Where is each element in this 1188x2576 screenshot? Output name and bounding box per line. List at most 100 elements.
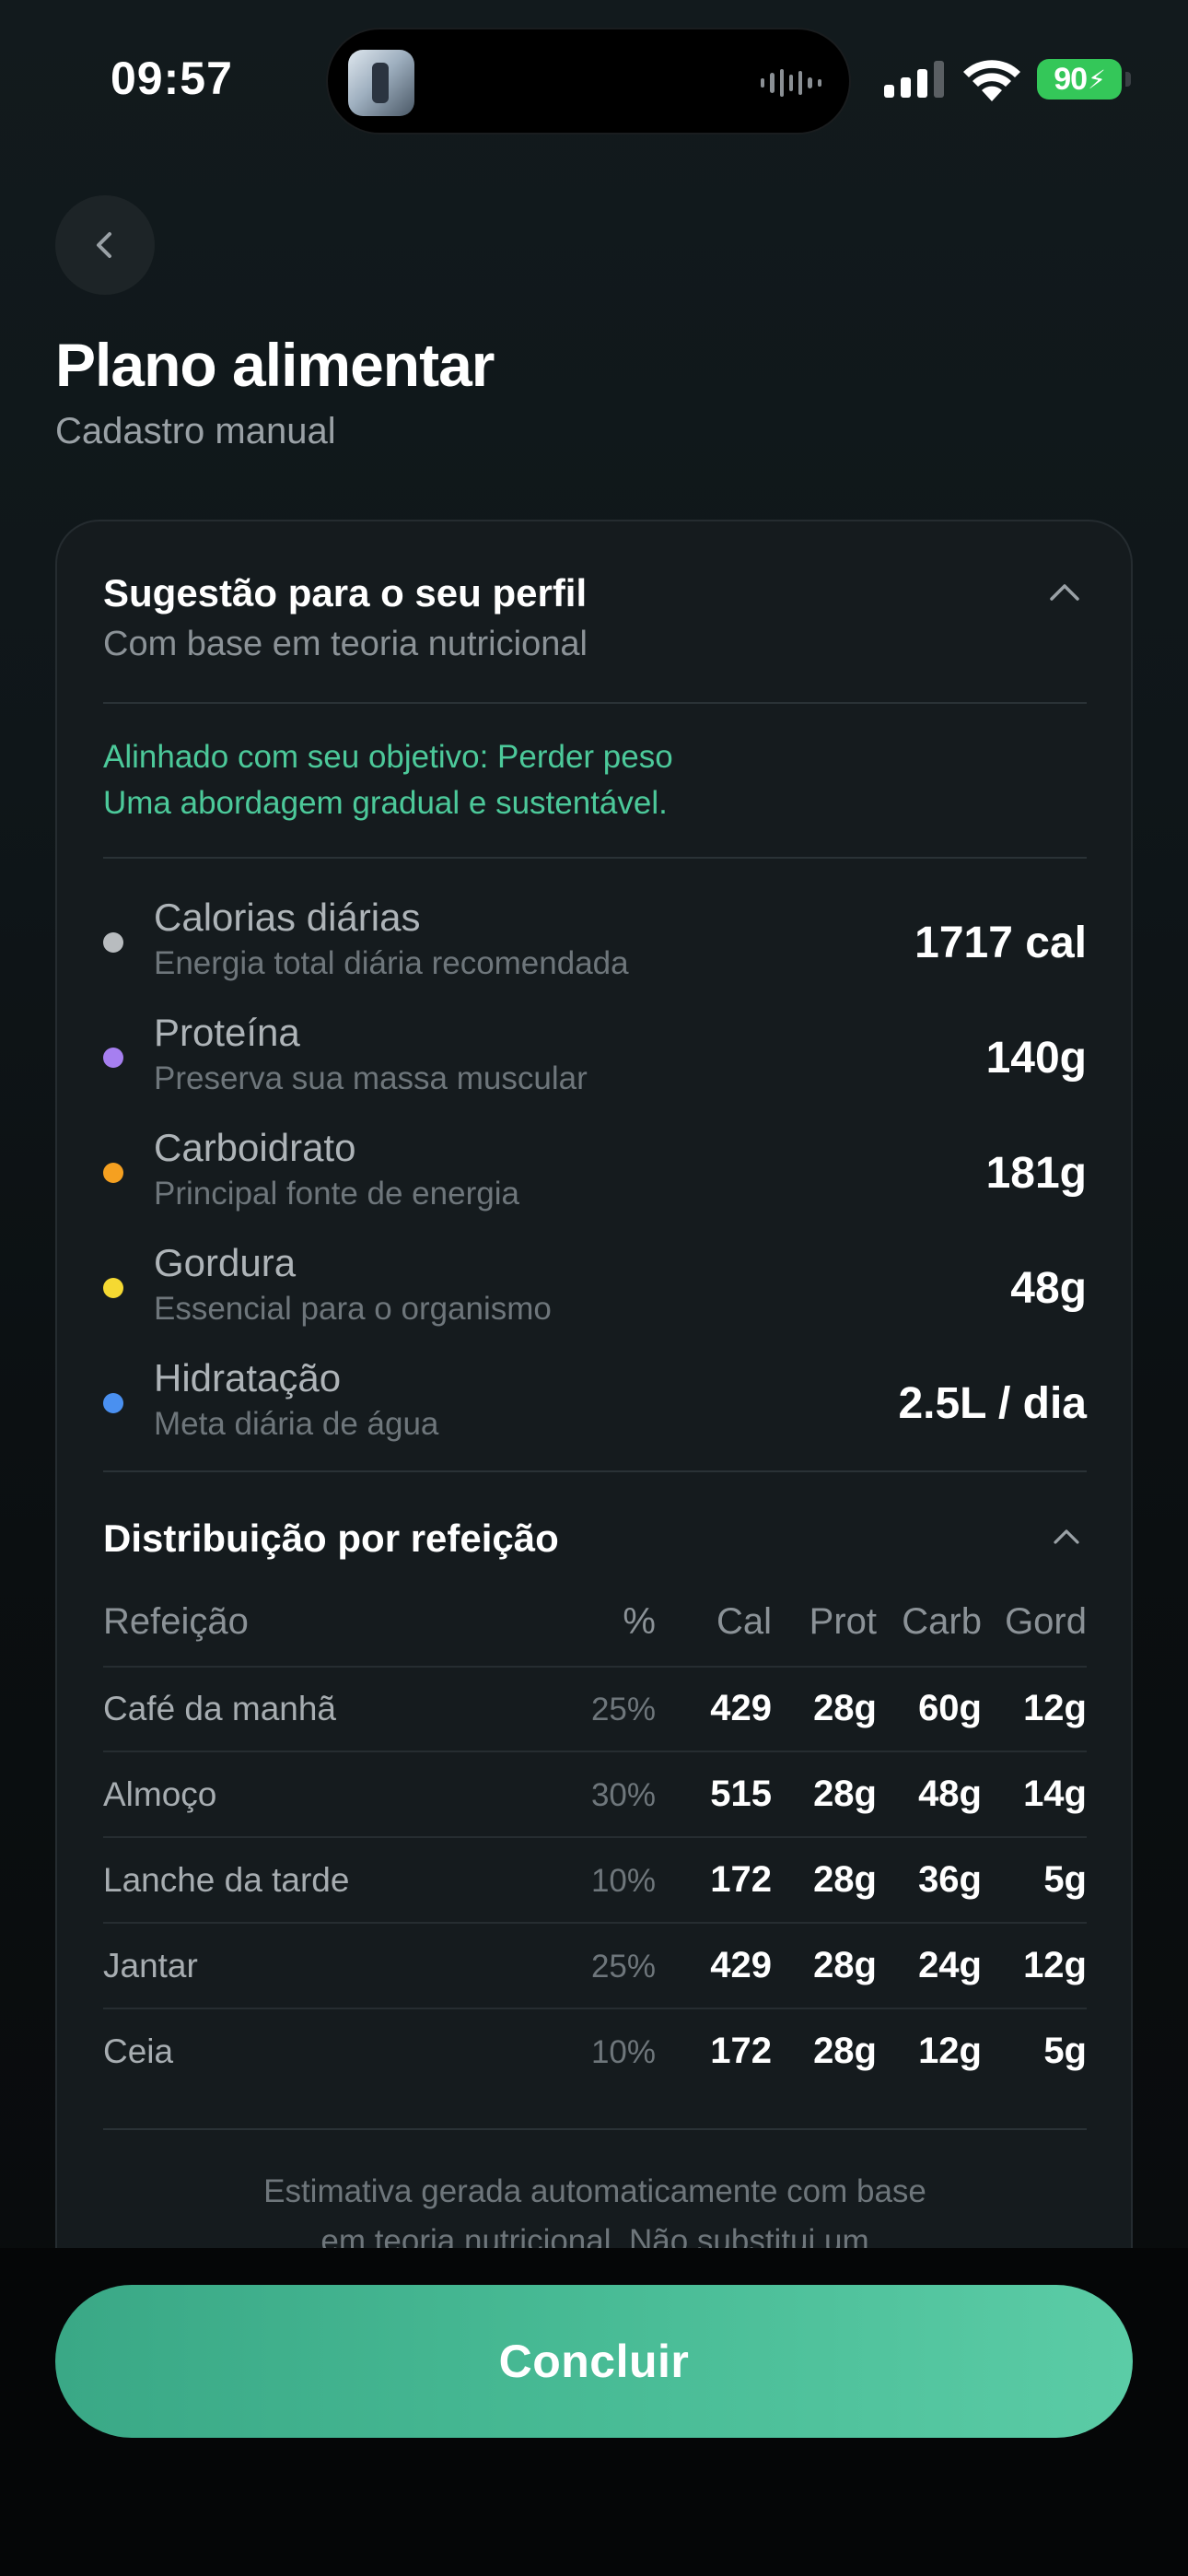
meal-carb: 24g [918, 1945, 982, 1985]
footnote-line: Estimativa gerada automaticamente com ba… [263, 2173, 926, 2209]
battery-level: 90 [1054, 61, 1088, 97]
nutrient-value: 181g [985, 1149, 1087, 1198]
meal-name: Lanche da tarde [103, 1861, 350, 1899]
table-row: Lanche da tarde 10% 172 28g 36g 5g [103, 1839, 1087, 1924]
protein-dot [103, 1048, 123, 1068]
nutrient-label: Proteína [154, 1011, 300, 1054]
meal-gord: 12g [1023, 1945, 1087, 1985]
collapse-distribution-chevron-up-icon[interactable] [1050, 1520, 1083, 1553]
chevron-left-icon [97, 232, 111, 258]
meal-cal: 515 [710, 1774, 772, 1814]
nutrient-label: Gordura [154, 1241, 297, 1284]
row-divider [103, 1836, 1087, 1838]
meal-prot: 28g [813, 2031, 877, 2071]
column-carb: Carb [902, 1601, 982, 1642]
nutrient-value: 140g [985, 1034, 1087, 1083]
meal-gord: 12g [1023, 1688, 1087, 1728]
nutrient-label: Hidratação [154, 1356, 342, 1399]
divider [103, 857, 1087, 859]
nutrient-value: 2.5L / dia [898, 1379, 1087, 1428]
table-row: Café da manhã 25% 429 28g 60g 12g [103, 1668, 1087, 1752]
suggestion-title: Sugestão para o seu perfil [103, 571, 588, 615]
suggestion-card: Sugestão para o seu perfil Com base em t… [55, 520, 1133, 2399]
meal-cal: 172 [710, 2031, 772, 2071]
carbs-dot [103, 1163, 123, 1183]
back-button[interactable] [55, 195, 155, 295]
hydration-dot [103, 1393, 123, 1413]
meal-carb: 12g [918, 2031, 982, 2071]
meal-table-header: Refeição % Cal Prot Carb Gord [103, 1601, 1087, 1657]
calories-dot [103, 932, 123, 953]
row-divider [103, 2008, 1087, 2009]
column-gord: Gord [1005, 1601, 1087, 1642]
meal-carb: 60g [918, 1688, 982, 1728]
nutrient-description: Meta diária de água [154, 1406, 439, 1442]
meal-prot: 28g [813, 1688, 877, 1728]
row-divider [103, 1751, 1087, 1752]
meal-percent: 10% [590, 2034, 656, 2070]
dynamic-island[interactable] [326, 28, 851, 135]
distribution-title: Distribuição por refeição [103, 1516, 559, 1560]
meal-prot: 28g [813, 1774, 877, 1814]
meal-gord: 5g [1043, 1859, 1087, 1900]
nutrient-value: 48g [1010, 1264, 1087, 1313]
meal-gord: 14g [1023, 1774, 1087, 1814]
page-title: Plano alimentar [55, 331, 495, 399]
nutrient-label: Carboidrato [154, 1126, 356, 1169]
meal-cal: 429 [710, 1945, 772, 1985]
column-prot: Prot [809, 1601, 877, 1642]
meal-carb: 36g [918, 1859, 982, 1900]
meal-name: Almoço [103, 1775, 217, 1813]
status-bar: 09:57 90 ⚡ [0, 0, 1188, 157]
meal-name: Jantar [103, 1947, 198, 1985]
meal-percent: 25% [590, 1949, 656, 1985]
conclude-button[interactable]: Concluir [55, 2285, 1133, 2438]
page-subtitle: Cadastro manual [55, 411, 336, 451]
meal-prot: 28g [813, 1859, 877, 1900]
nutrient-protein: Proteína Preserva sua massa muscular 140… [103, 1009, 1087, 1110]
nutrient-label: Calorias diárias [154, 896, 421, 939]
status-time: 09:57 [111, 53, 233, 104]
nutrient-description: Energia total diária recomendada [154, 945, 629, 981]
table-row: Almoço 30% 515 28g 48g 14g [103, 1753, 1087, 1838]
divider [103, 2128, 1087, 2130]
divider [103, 1470, 1087, 1472]
column-percent: % [623, 1601, 656, 1642]
meal-gord: 5g [1043, 2031, 1087, 2071]
fat-dot [103, 1278, 123, 1298]
nutrient-fat: Gordura Essencial para o organismo 48g [103, 1239, 1087, 1341]
meal-percent: 10% [590, 1863, 656, 1899]
table-row: Jantar 25% 429 28g 24g 12g [103, 1925, 1087, 2009]
meal-name: Café da manhã [103, 1690, 337, 1727]
goal-line: Alinhado com seu objetivo: Perder peso [103, 739, 673, 775]
meal-carb: 48g [918, 1774, 982, 1814]
now-playing-artwork [348, 50, 414, 116]
column-meal: Refeição [103, 1601, 249, 1642]
cellular-signal-icon [884, 61, 944, 98]
battery-tip [1125, 72, 1131, 87]
meal-name: Ceia [103, 2032, 174, 2070]
nutrient-description: Principal fonte de energia [154, 1176, 519, 1212]
battery-indicator: 90 ⚡ [1037, 59, 1122, 100]
column-cal: Cal [716, 1601, 772, 1642]
divider [103, 702, 1087, 704]
nutrient-calories: Calorias diárias Energia total diária re… [103, 894, 1087, 995]
row-divider [103, 1922, 1087, 1924]
meal-cal: 429 [710, 1688, 772, 1728]
nutrient-description: Essencial para o organismo [154, 1291, 552, 1327]
charging-bolt-icon: ⚡ [1088, 64, 1106, 94]
nutrient-hydration: Hidratação Meta diária de água 2.5L / di… [103, 1354, 1087, 1456]
suggestion-subtitle: Com base em teoria nutricional [103, 625, 588, 663]
audio-waveform-icon [761, 66, 821, 100]
nutrient-description: Preserva sua massa muscular [154, 1060, 588, 1096]
goal-description: Uma abordagem gradual e sustentável. [103, 785, 668, 821]
meal-percent: 30% [590, 1777, 656, 1813]
nutrient-carbs: Carboidrato Principal fonte de energia 1… [103, 1124, 1087, 1225]
meal-percent: 25% [590, 1692, 656, 1727]
nutrient-value: 1717 cal [914, 919, 1087, 967]
collapse-suggestion-chevron-up-icon[interactable] [1046, 573, 1083, 610]
meal-cal: 172 [710, 1859, 772, 1900]
meal-prot: 28g [813, 1945, 877, 1985]
wifi-icon [963, 60, 1020, 101]
table-row: Ceia 10% 172 28g 12g 5g [103, 2010, 1087, 2095]
